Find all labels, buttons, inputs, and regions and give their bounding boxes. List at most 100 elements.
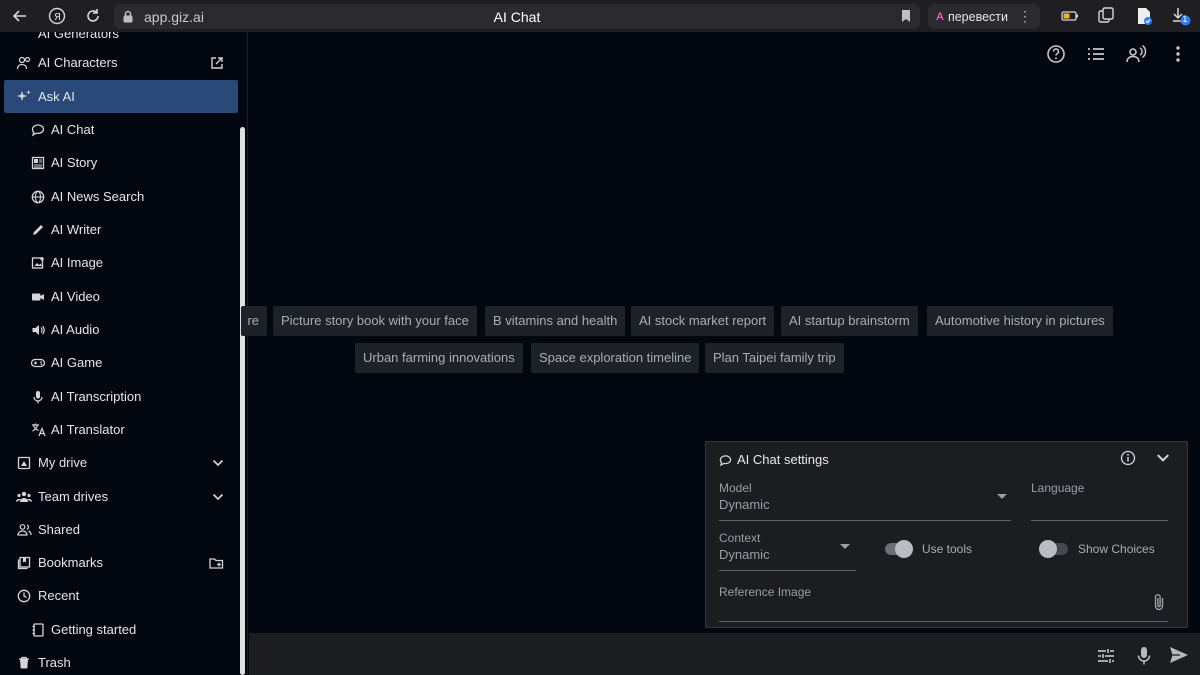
- sidebar-item-getting-started[interactable]: Getting started: [4, 613, 238, 646]
- sidebar-item-label: Recent: [38, 588, 80, 603]
- sidebar-item-label: AI Story: [51, 155, 98, 170]
- more-vertical-icon[interactable]: ⋮: [1018, 8, 1032, 25]
- help-icon[interactable]: [1046, 44, 1066, 64]
- translate-button[interactable]: A перевести ⋮: [928, 4, 1040, 29]
- sidebar-item-ai-story[interactable]: AI Story: [4, 146, 238, 179]
- voice-chat-icon[interactable]: [1125, 44, 1147, 64]
- chat-bubble-icon: [30, 122, 46, 138]
- info-icon[interactable]: [1120, 450, 1136, 466]
- chip-label: Plan Taipei family trip: [713, 350, 836, 365]
- sidebar-item-ai-audio[interactable]: AI Audio: [4, 313, 238, 346]
- chat-bubble-icon: [719, 454, 732, 467]
- download-icon[interactable]: 1: [1170, 6, 1192, 26]
- send-icon[interactable]: [1169, 646, 1189, 664]
- model-select[interactable]: Model Dynamic: [719, 478, 1011, 521]
- model-value: Dynamic: [719, 497, 770, 512]
- sidebar-item-label: AI Translator: [51, 422, 125, 437]
- more-vertical-icon[interactable]: [1168, 44, 1188, 64]
- microphone-icon: [30, 389, 46, 405]
- bookmark-icon[interactable]: [900, 9, 912, 23]
- translate-label: перевести: [947, 9, 1008, 24]
- sidebar-item-label: AI News Search: [51, 189, 145, 204]
- back-arrow-icon[interactable]: [2, 0, 38, 32]
- sidebar-item-my-drive[interactable]: My drive: [4, 446, 238, 479]
- translate-icon: A: [936, 10, 944, 23]
- open-external-icon[interactable]: [210, 56, 224, 70]
- reference-image-field[interactable]: Reference Image: [719, 580, 1168, 622]
- sidebar-item-ask-ai[interactable]: Ask AI: [4, 80, 238, 113]
- collections-icon[interactable]: [1096, 6, 1116, 26]
- use-tools-toggle[interactable]: [885, 540, 913, 558]
- pen-icon: [30, 222, 46, 238]
- video-icon: [30, 289, 46, 305]
- suggestion-chip[interactable]: B vitamins and health: [485, 306, 626, 336]
- sidebar-item-shared[interactable]: Shared: [4, 513, 238, 546]
- suggestion-chip[interactable]: Urban farming innovations: [355, 343, 523, 373]
- chevron-down-icon[interactable]: [212, 457, 224, 469]
- sidebar-item-ai-image[interactable]: AI Image: [4, 246, 238, 279]
- context-select[interactable]: Context Dynamic: [719, 528, 856, 571]
- sidebar-item-recent[interactable]: Recent: [4, 579, 238, 612]
- sidebar-item-ai-chat[interactable]: AI Chat: [4, 113, 238, 146]
- sidebar-item-trash[interactable]: Trash: [4, 646, 238, 675]
- tune-settings-icon[interactable]: [1097, 647, 1115, 665]
- suggestion-chip[interactable]: Picture story book with your face: [273, 306, 477, 336]
- paperclip-icon[interactable]: [1152, 592, 1166, 612]
- model-label: Model: [719, 481, 752, 495]
- dropdown-arrow-icon: [997, 494, 1007, 500]
- sidebar-item-label: Ask AI: [38, 89, 75, 104]
- show-choices-toggle[interactable]: [1039, 540, 1068, 558]
- reload-icon[interactable]: [75, 0, 111, 32]
- chip-label: AI startup brainstorm: [789, 313, 910, 328]
- speaker-icon: [30, 322, 46, 338]
- sidebar-item-label: Bookmarks: [38, 555, 104, 570]
- reference-image-label: Reference Image: [719, 585, 812, 599]
- sidebar-scrollbar[interactable]: [240, 127, 245, 675]
- context-value: Dynamic: [719, 547, 770, 562]
- sidebar-item-ai-news-search[interactable]: AI News Search: [4, 180, 238, 213]
- chat-main-area: re Picture story book with your face B v…: [241, 32, 1200, 675]
- sidebar-item-ai-characters[interactable]: AI Characters: [4, 46, 238, 79]
- new-folder-icon[interactable]: [209, 556, 224, 570]
- list-icon[interactable]: [1086, 44, 1106, 64]
- chevron-down-icon[interactable]: [212, 491, 224, 503]
- chat-input-bar[interactable]: [249, 633, 1200, 675]
- use-tools-label: Use tools: [922, 542, 973, 556]
- suggestion-chip[interactable]: Automotive history in pictures: [927, 306, 1113, 336]
- language-select[interactable]: Language: [1031, 478, 1168, 521]
- sidebar-item-label: AI Transcription: [51, 389, 142, 404]
- suggestion-chip[interactable]: AI stock market report: [631, 306, 775, 336]
- suggestion-chip[interactable]: Plan Taipei family trip: [705, 343, 844, 373]
- sidebar-item-label: Team drives: [38, 489, 109, 504]
- microphone-icon[interactable]: [1137, 646, 1151, 666]
- sidebar-item-ai-transcription[interactable]: AI Transcription: [4, 380, 238, 413]
- chip-label: Automotive history in pictures: [935, 313, 1105, 328]
- people-icon: [16, 55, 32, 71]
- chip-label: AI stock market report: [639, 313, 767, 328]
- sidebar-item-ai-game[interactable]: AI Game: [4, 346, 238, 379]
- sidebar-item-label: AI Game: [51, 355, 103, 370]
- chevron-down-icon[interactable]: [1156, 451, 1170, 465]
- document-extension-icon[interactable]: [1134, 6, 1154, 26]
- sidebar-item-ai-video[interactable]: AI Video: [4, 280, 238, 313]
- sidebar-item-label: AI Writer: [51, 222, 102, 237]
- sidebar-item-ai-translator[interactable]: AI Translator: [4, 413, 238, 446]
- sidebar-item-label: AI Chat: [51, 122, 95, 137]
- sidebar-item-label: AI Characters: [38, 55, 118, 70]
- suggestion-chip[interactable]: Space exploration timeline: [531, 343, 700, 373]
- sidebar-item-team-drives[interactable]: Team drives: [4, 480, 238, 513]
- context-label: Context: [719, 531, 761, 545]
- address-bar[interactable]: app.giz.ai AI Chat: [114, 4, 920, 29]
- sidebar-item-bookmarks[interactable]: Bookmarks: [4, 546, 238, 579]
- chip-label: re: [247, 313, 259, 328]
- suggestion-chip[interactable]: AI startup brainstorm: [781, 306, 918, 336]
- sidebar-item-label: My drive: [38, 455, 88, 470]
- browser-toolbar: Я app.giz.ai AI Chat A перевести ⋮ 1: [0, 0, 1200, 32]
- sidebar-item-ai-writer[interactable]: AI Writer: [4, 213, 238, 246]
- suggestion-chip[interactable]: re: [241, 306, 267, 336]
- clock-icon: [16, 588, 32, 604]
- yandex-logo-icon[interactable]: Я: [39, 0, 75, 32]
- sidebar-item-label: AI Audio: [51, 322, 100, 337]
- battery-icon: [1060, 6, 1080, 26]
- sidebar: AI Generators AI Characters Ask AI AI Ch…: [0, 32, 248, 675]
